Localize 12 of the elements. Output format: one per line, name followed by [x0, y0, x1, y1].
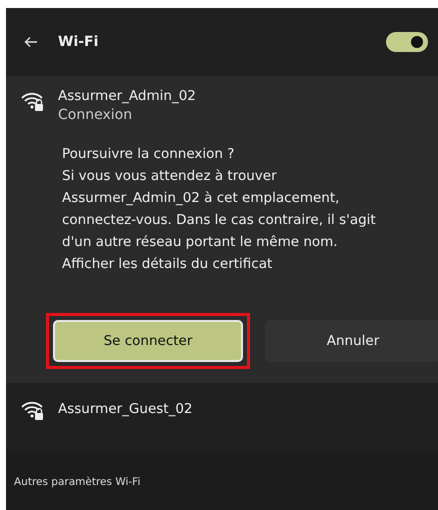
network-item[interactable]: Assurmer_Guest_02 [6, 383, 438, 451]
network-name: Assurmer_Guest_02 [58, 401, 193, 417]
certificate-link[interactable]: Afficher les détails du certificat [62, 253, 272, 275]
confirmation-message: Poursuivre la connexion ? Si vous vous attendez à trouver Assurmer_Admin_02 à cet emplacement, connectez-vous. Dans le cas contraire, il s'agit d'un autre réseau portant le même nom. [62, 145, 377, 252]
settings-link[interactable]: Autres paramètres Wi-Fi [14, 476, 140, 488]
network-name: Assurmer_Admin_02 [58, 88, 196, 104]
connect-button[interactable]: Se connecter [53, 320, 243, 362]
network-status: Connexion [58, 107, 134, 123]
cancel-button[interactable]: Annuler [265, 320, 438, 362]
wifi-toggle[interactable] [386, 32, 428, 52]
back-icon[interactable] [24, 36, 38, 48]
panel-title: Wi-Fi [58, 34, 100, 50]
